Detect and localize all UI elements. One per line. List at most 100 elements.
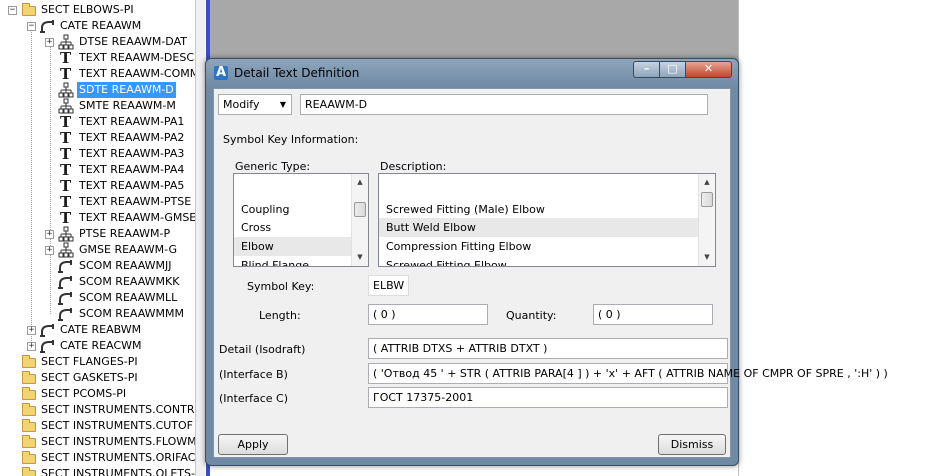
text-icon: T — [60, 193, 72, 211]
expand-icon[interactable]: + — [27, 342, 36, 351]
list-item[interactable]: Blind Flange — [234, 256, 352, 266]
tree-item-dtse[interactable]: + DTSE REAAWM-DAT — [0, 34, 195, 50]
symbol-key-field[interactable]: ELBW — [368, 275, 409, 296]
expand-icon[interactable]: + — [45, 246, 54, 255]
scrollbar[interactable]: ▲ ▼ — [351, 174, 368, 266]
scroll-thumb[interactable] — [701, 192, 713, 207]
tree-item-cate-reacwm[interactable]: + CATE REACWM — [0, 338, 195, 354]
tree-item-sdte-selected[interactable]: SDTE REAAWM-D — [0, 82, 195, 98]
interface-b-label: (Interface B) — [219, 368, 288, 381]
tree-item-text-pa4[interactable]: T TEXT REAAWM-PA4 — [0, 162, 195, 178]
tree-item-text-pa2[interactable]: T TEXT REAAWM-PA2 — [0, 130, 195, 146]
interface-c-label: (Interface C) — [219, 392, 289, 405]
tree-item-text-gmse[interactable]: T TEXT REAAWM-GMSE — [0, 210, 195, 226]
list-item[interactable]: Screwed Fitting Elbow — [379, 256, 699, 266]
dataset-icon — [58, 98, 74, 114]
tree-item-gmse[interactable]: + GMSE REAAWM-G — [0, 242, 195, 258]
dataset-icon — [58, 82, 74, 98]
tree-item-label: TEXT REAAWM-PA1 — [79, 115, 185, 128]
detail-isodraft-field[interactable]: ( ATTRIB DTXS + ATTRIB DTXT ) — [368, 338, 728, 359]
interface-c-field[interactable]: ГОСТ 17375-2001 — [368, 387, 728, 408]
tree-item-label: SCOM REAAWMKK — [79, 275, 180, 288]
apply-button[interactable]: Apply — [218, 434, 288, 455]
tree-item-scom-mm[interactable]: SCOM REAAWMMM — [0, 306, 195, 322]
tree-item-sect-elbows[interactable]: − SECT ELBOWS-PI — [0, 2, 195, 18]
scrollbar[interactable]: ▲ ▼ — [698, 174, 715, 266]
text-icon: T — [60, 65, 72, 83]
close-button[interactable]: ✕ — [685, 61, 732, 78]
tree-item-label: SECT FLANGES-PI — [41, 355, 138, 368]
text-icon: T — [60, 145, 72, 163]
quantity-field[interactable]: ( 0 ) — [593, 304, 713, 325]
text-icon: T — [60, 49, 72, 67]
scroll-thumb[interactable] — [354, 202, 366, 217]
elbow-icon — [58, 274, 74, 290]
scroll-down-icon[interactable]: ▼ — [352, 249, 368, 266]
scroll-down-icon[interactable]: ▼ — [699, 249, 715, 266]
tree-item-label: SCOM REAAWMJJ — [79, 259, 172, 272]
tree-item-sect-instr-contr[interactable]: SECT INSTRUMENTS.CONTR — [0, 402, 195, 418]
list-item[interactable]: Cross — [234, 218, 352, 237]
interface-b-field[interactable]: ( 'Отвод 45 ' + STR ( ATTRIB PARA[4 ] ) … — [368, 363, 888, 384]
tree-item-text-comm[interactable]: T TEXT REAAWM-COMM — [0, 66, 195, 82]
folder-icon — [22, 386, 38, 402]
mode-select[interactable]: Modify ▼ — [218, 94, 292, 115]
tree-item-label: TEXT REAAWM-PA2 — [79, 131, 185, 144]
detail-isodraft-label: Detail (Isodraft) — [219, 343, 306, 356]
dataset-icon — [58, 34, 74, 50]
expand-icon[interactable]: + — [27, 326, 36, 335]
collapse-icon[interactable]: − — [27, 22, 36, 31]
tree-item-sect-gaskets[interactable]: SECT GASKETS-PI — [0, 370, 195, 386]
tree-item-cate-reabwm[interactable]: + CATE REABWM — [0, 322, 195, 338]
tree-item-sect-flanges[interactable]: SECT FLANGES-PI — [0, 354, 195, 370]
tree-item-cate-reaawm[interactable]: − CATE REAAWM — [0, 18, 195, 34]
expand-icon[interactable]: + — [45, 230, 54, 239]
maximize-button[interactable]: □ — [659, 61, 686, 78]
tree-item-text-pa3[interactable]: T TEXT REAAWM-PA3 — [0, 146, 195, 162]
generic-type-list[interactable]: Coupling Cross Elbow Blind Flange ▲ ▼ — [233, 173, 369, 267]
tree-item-label: SMTE REAAWM-M — [79, 99, 176, 112]
folder-icon — [22, 450, 38, 466]
tree-item-scom-ll[interactable]: SCOM REAAWMLL — [0, 290, 195, 306]
folder-icon — [22, 434, 38, 450]
app-logo-icon: A — [214, 65, 228, 80]
expand-icon[interactable]: + — [45, 38, 54, 47]
tree-item-text-pa5[interactable]: T TEXT REAAWM-PA5 — [0, 178, 195, 194]
elbow-icon — [58, 306, 74, 322]
scroll-up-icon[interactable]: ▲ — [699, 174, 715, 191]
tree-item-ptse[interactable]: + PTSE REAAWM-P — [0, 226, 195, 242]
dialog-titlebar[interactable]: A Detail Text Definition – □ ✕ — [206, 59, 738, 87]
minimize-button[interactable]: – — [633, 61, 660, 78]
list-item-selected[interactable]: Elbow — [234, 237, 352, 256]
collapse-icon[interactable]: − — [8, 6, 17, 15]
list-item-selected[interactable]: Butt Weld Elbow — [379, 218, 699, 237]
tree-item-sect-instr-flowm[interactable]: SECT INSTRUMENTS.FLOWM — [0, 434, 195, 450]
folder-icon — [22, 402, 38, 418]
tree-item-label: TEXT REAAWM-PTSE — [79, 195, 192, 208]
tree-item-sect-instr-cutof[interactable]: SECT INSTRUMENTS.CUTOF — [0, 418, 195, 434]
dismiss-button[interactable]: Dismiss — [658, 434, 726, 455]
tree-item-text-pa1[interactable]: T TEXT REAAWM-PA1 — [0, 114, 195, 130]
tree-item-scom-kk[interactable]: SCOM REAAWMKK — [0, 274, 195, 290]
tree-item-sect-instr-orifac[interactable]: SECT INSTRUMENTS.ORIFAC — [0, 450, 195, 466]
list-item[interactable] — [234, 174, 352, 193]
tree-item-sect-pcoms[interactable]: SECT PCOMS-PI — [0, 386, 195, 402]
name-field[interactable]: REAAWM-D — [300, 94, 708, 115]
description-list[interactable]: Screwed Fitting (Male) Elbow Butt Weld E… — [378, 173, 716, 267]
list-item[interactable]: Coupling — [234, 200, 352, 219]
tree-item-label: SCOM REAAWMLL — [79, 291, 178, 304]
tree-item-text-desc[interactable]: T TEXT REAAWM-DESC — [0, 50, 195, 66]
tree-item-text-ptse[interactable]: T TEXT REAAWM-PTSE — [0, 194, 195, 210]
tree-item-label: GMSE REAAWM-G — [79, 243, 178, 256]
length-field[interactable]: ( 0 ) — [368, 304, 488, 325]
tree-item-sect-instr-olets[interactable]: SECT INSTRUMENTS.OLETS- — [0, 466, 195, 476]
list-item[interactable]: Screwed Fitting (Male) Elbow — [379, 200, 699, 219]
tree-item-scom-jj[interactable]: SCOM REAAWMJJ — [0, 258, 195, 274]
tree-item-label: CATE REACWM — [60, 339, 142, 352]
tree-item-label: TEXT REAAWM-COMM — [79, 67, 195, 80]
scroll-up-icon[interactable]: ▲ — [352, 174, 368, 191]
splitter[interactable] — [195, 0, 205, 476]
tree-item-smte[interactable]: SMTE REAAWM-M — [0, 98, 195, 114]
list-item[interactable]: Compression Fitting Elbow — [379, 237, 699, 256]
list-item[interactable] — [379, 174, 699, 193]
